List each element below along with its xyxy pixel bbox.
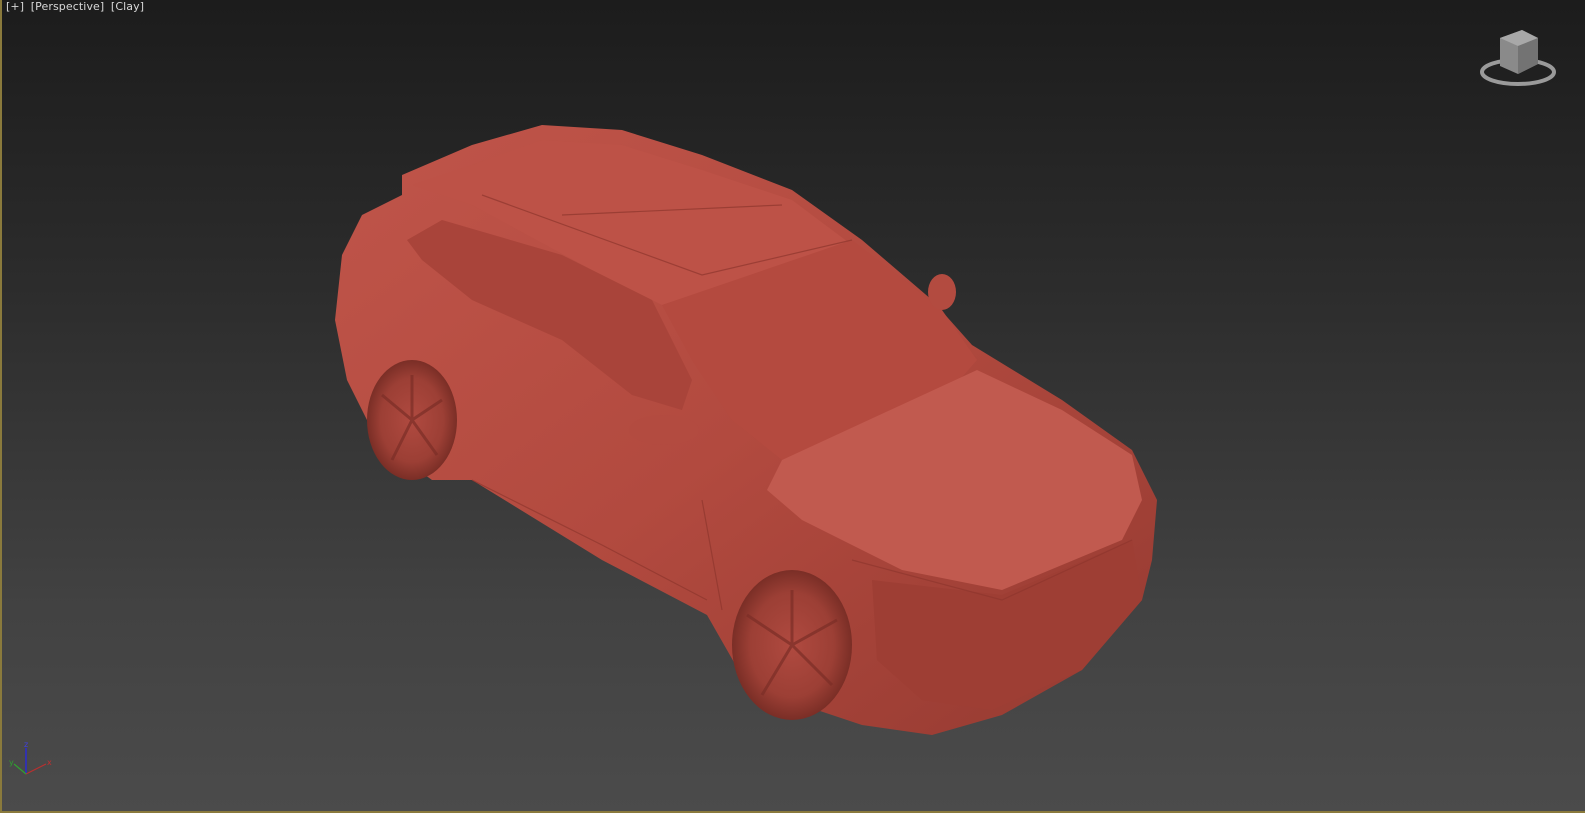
axis-y-label: y — [9, 758, 14, 767]
viewcube-icon[interactable] — [1478, 24, 1558, 90]
side-mirror — [629, 415, 699, 445]
perspective-viewport[interactable]: [+] [Perspective] [Clay] z x y — [0, 0, 1585, 813]
car-model[interactable] — [2, 0, 1585, 813]
axis-x-label: x — [47, 758, 52, 767]
side-mirror-far — [928, 274, 956, 310]
axis-gizmo: z x y — [9, 740, 52, 775]
axis-z-label: z — [24, 740, 28, 749]
